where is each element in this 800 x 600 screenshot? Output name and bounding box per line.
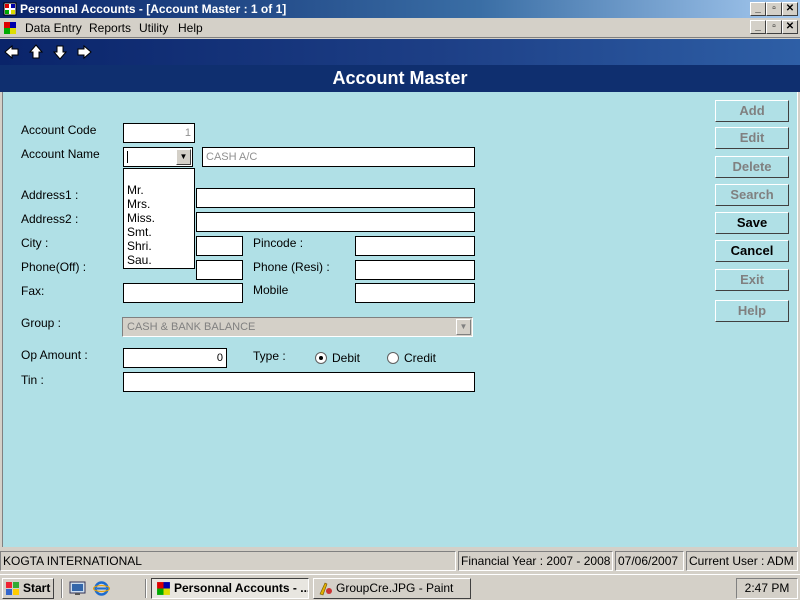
arrow-right-icon[interactable]: [75, 43, 93, 61]
internet-explorer-icon[interactable]: [93, 580, 110, 597]
phone-off-field[interactable]: [196, 260, 243, 280]
salutation-combo[interactable]: ▼: [123, 147, 193, 167]
status-date: 07/06/2007: [615, 551, 684, 571]
list-item[interactable]: Shri.: [127, 239, 152, 253]
chevron-down-icon[interactable]: ▼: [176, 149, 191, 165]
account-name-label: Account Name: [21, 147, 100, 161]
menu-utility[interactable]: Utility: [139, 21, 168, 35]
status-financial-year: Financial Year : 2007 - 2008: [458, 551, 613, 571]
account-code-field[interactable]: 1: [123, 123, 195, 143]
phone-resi-label: Phone (Resi) :: [253, 260, 330, 274]
address1-field[interactable]: [196, 188, 475, 208]
start-label: Start: [23, 581, 51, 595]
list-item[interactable]: Mrs.: [127, 197, 150, 211]
menu-data-entry[interactable]: Data Entry: [25, 21, 82, 35]
list-item[interactable]: Sau.: [127, 253, 152, 267]
task-paint[interactable]: GroupCre.JPG - Paint: [313, 578, 471, 599]
clock[interactable]: 2:47 PM: [736, 578, 798, 599]
city-label: City :: [21, 236, 49, 250]
window-title: Personnal Accounts - [Account Master : 1…: [20, 2, 287, 16]
fax-label: Fax:: [21, 284, 45, 298]
address1-label: Address1 :: [21, 188, 79, 202]
mobile-label: Mobile: [253, 283, 289, 297]
child-close-icon[interactable]: ✕: [782, 20, 798, 34]
taskbar: Start Personnal Accounts - ... GroupCre.…: [0, 574, 800, 600]
address2-label: Address2 :: [21, 212, 79, 226]
paint-icon: [319, 582, 332, 596]
list-item[interactable]: Mr.: [127, 183, 144, 197]
minimize-icon[interactable]: _: [750, 2, 766, 16]
menu-bar: Data Entry Reports Utility Help _ ▫ ✕: [0, 18, 800, 38]
salutation-dropdown-list: Mr. Mrs. Miss. Smt. Shri. Sau.: [123, 168, 195, 269]
app-icon: [3, 2, 17, 16]
group-label: Group :: [21, 316, 62, 330]
phone-off-label: Phone(Off) :: [21, 260, 87, 274]
app-icon: [157, 582, 170, 595]
fax-field[interactable]: [123, 283, 243, 303]
start-button[interactable]: Start: [2, 578, 54, 599]
add-button[interactable]: Add: [715, 100, 789, 122]
group-select[interactable]: CASH & BANK BALANCE ▼: [122, 317, 473, 337]
account-code-label: Account Code: [21, 123, 97, 137]
arrow-left-icon[interactable]: [3, 43, 21, 61]
radio-selected-dot: [319, 356, 323, 360]
address2-field[interactable]: [196, 212, 475, 232]
group-select-value: CASH & BANK BALANCE: [127, 321, 256, 333]
debit-radio[interactable]: [315, 352, 327, 364]
child-minimize-icon[interactable]: _: [750, 20, 766, 34]
edit-button[interactable]: Edit: [715, 127, 789, 149]
save-button[interactable]: Save: [715, 212, 789, 234]
document-icon[interactable]: [3, 21, 17, 35]
tin-field[interactable]: [123, 372, 475, 392]
tin-label: Tin :: [21, 373, 44, 387]
task-label: GroupCre.JPG - Paint: [336, 581, 454, 595]
account-name-field[interactable]: CASH A/C: [202, 147, 475, 167]
menu-reports[interactable]: Reports: [89, 21, 131, 35]
debit-label[interactable]: Debit: [332, 351, 360, 365]
account-form: Account Code 1 Account Name ▼ CASH A/C M…: [2, 92, 798, 547]
status-bar: KOGTA INTERNATIONAL Financial Year : 200…: [0, 549, 800, 573]
chevron-down-icon[interactable]: ▼: [456, 319, 471, 335]
status-company: KOGTA INTERNATIONAL: [0, 551, 456, 571]
op-amount-field[interactable]: 0: [123, 348, 227, 368]
taskbar-separator: [61, 579, 63, 598]
show-desktop-icon[interactable]: [69, 580, 86, 597]
task-label: Personnal Accounts - ...: [174, 581, 309, 595]
taskbar-separator: [145, 579, 147, 598]
city-field[interactable]: [196, 236, 243, 256]
op-amount-label: Op Amount :: [21, 348, 88, 362]
text-cursor: [127, 151, 128, 163]
credit-radio[interactable]: [387, 352, 399, 364]
window-titlebar[interactable]: Personnal Accounts - [Account Master : 1…: [0, 0, 800, 18]
type-label: Type :: [253, 349, 286, 363]
page-title: Account Master: [0, 65, 800, 92]
child-restore-icon[interactable]: ▫: [766, 20, 782, 34]
pincode-label: Pincode :: [253, 236, 304, 250]
mobile-field[interactable]: [355, 283, 475, 303]
windows-logo-icon: [6, 582, 19, 595]
phone-resi-field[interactable]: [355, 260, 475, 280]
pincode-field[interactable]: [355, 236, 475, 256]
exit-button[interactable]: Exit: [715, 269, 789, 291]
menu-help[interactable]: Help: [178, 21, 203, 35]
restore-icon[interactable]: ▫: [766, 2, 782, 16]
arrow-down-icon[interactable]: [51, 43, 69, 61]
credit-label[interactable]: Credit: [404, 351, 436, 365]
search-button[interactable]: Search: [715, 184, 789, 206]
close-icon[interactable]: ✕: [782, 2, 798, 16]
cancel-button[interactable]: Cancel: [715, 240, 789, 262]
task-personnal-accounts[interactable]: Personnal Accounts - ...: [151, 578, 309, 599]
help-button[interactable]: Help: [715, 300, 789, 322]
list-item[interactable]: Miss.: [127, 211, 155, 225]
list-item[interactable]: Smt.: [127, 225, 152, 239]
delete-button[interactable]: Delete: [715, 156, 789, 178]
status-user: Current User : ADM: [686, 551, 798, 571]
record-navigation-bar: [0, 39, 800, 65]
arrow-up-icon[interactable]: [27, 43, 45, 61]
